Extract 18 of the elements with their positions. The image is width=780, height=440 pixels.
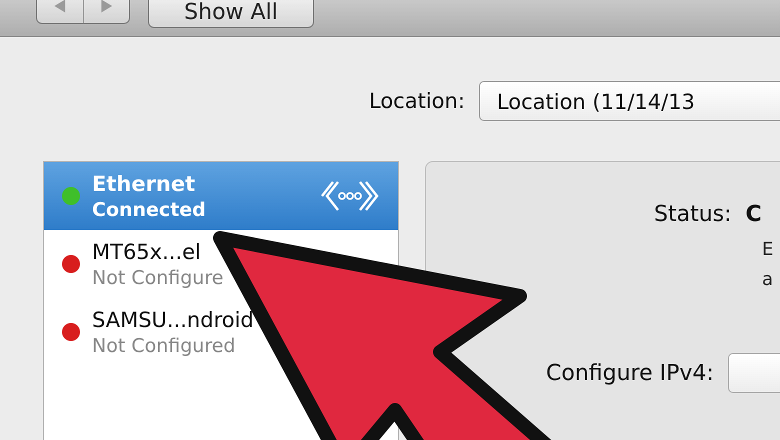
status-label: Status:	[654, 202, 732, 227]
service-status: Not Configure	[92, 266, 224, 290]
service-item[interactable]: MT65x...el Not Configure	[44, 230, 228, 298]
status-value: C	[746, 202, 762, 227]
service-item[interactable]: Ethernet Connected	[44, 162, 398, 230]
configure-ipv4-label: Configure IPv4:	[546, 360, 714, 386]
status-description: a	[762, 268, 774, 292]
service-name: Ethernet	[92, 171, 196, 198]
configure-ipv4-popup[interactable]	[728, 353, 780, 393]
service-status: Connected	[92, 198, 206, 222]
service-status: Not Configured	[92, 334, 236, 358]
show-all-button[interactable]: Show All	[148, 0, 314, 28]
service-name: MT65x...el	[92, 239, 202, 266]
location-popup[interactable]: Location (11/14/13	[478, 81, 780, 121]
service-name: SAMSU...ndroid	[92, 307, 254, 334]
service-item[interactable]: SAMSU...ndroid Not Configured	[44, 298, 258, 366]
location-label: Location:	[369, 89, 465, 113]
status-description: E	[762, 238, 774, 262]
